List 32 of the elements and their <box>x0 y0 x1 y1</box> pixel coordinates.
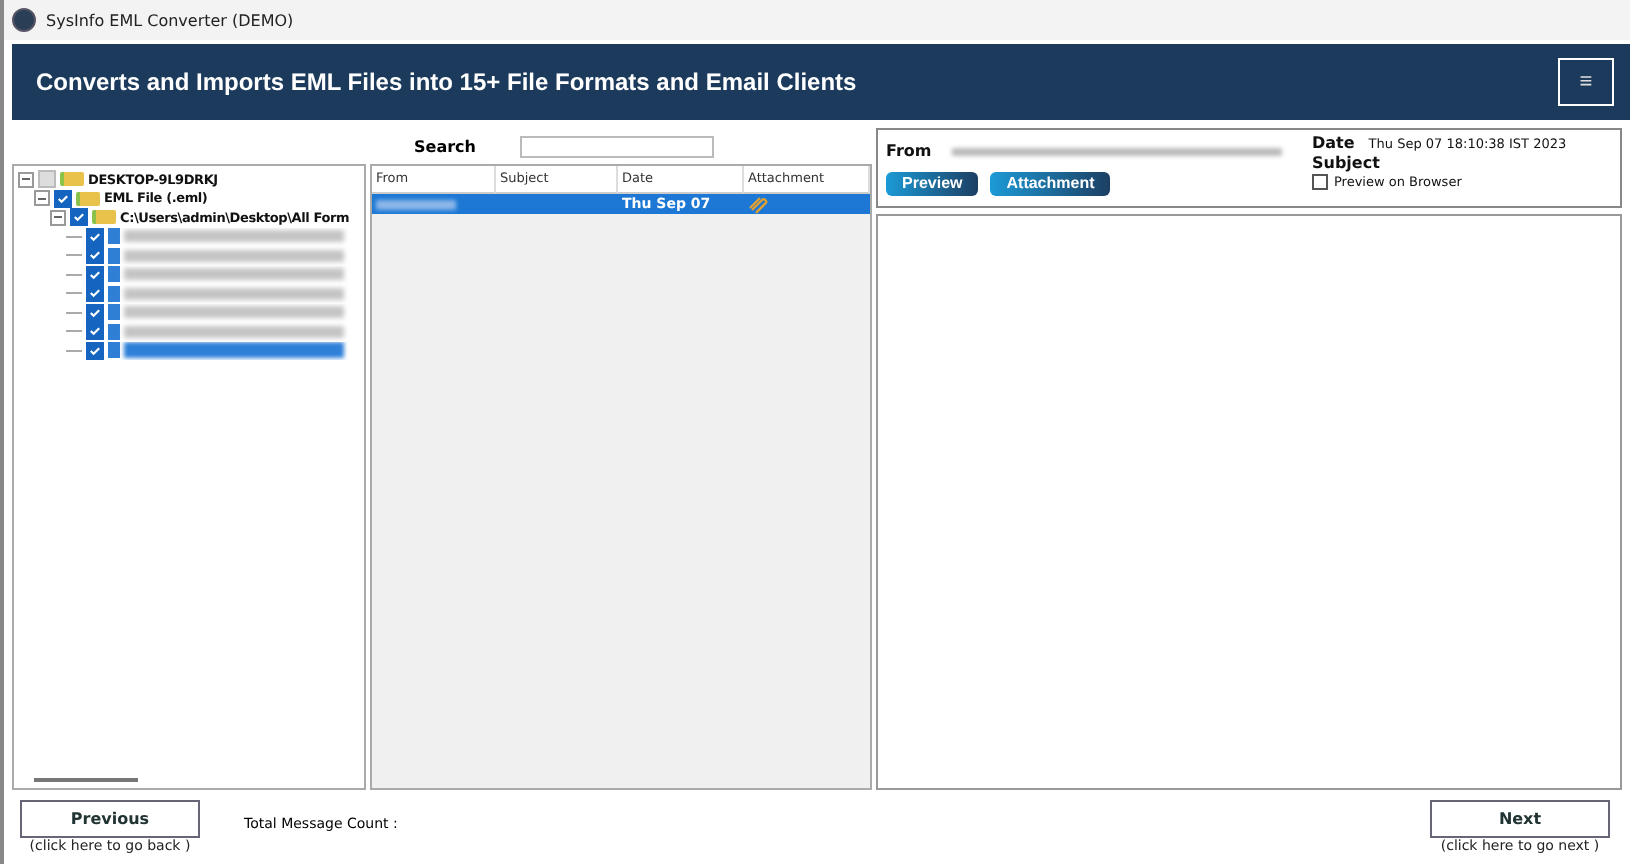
menu-button[interactable]: ≡ <box>1558 58 1614 106</box>
previous-button[interactable]: Previous <box>20 800 200 838</box>
subject-label: Subject <box>1312 154 1382 172</box>
collapse-icon[interactable] <box>18 171 34 188</box>
blurred-sender <box>376 199 456 209</box>
collapse-icon[interactable] <box>34 190 50 207</box>
checkbox[interactable] <box>38 170 56 189</box>
search-field[interactable] <box>519 135 714 157</box>
date-label: Date <box>1312 134 1355 152</box>
checkbox[interactable] <box>86 341 104 360</box>
folder-icon <box>76 191 100 206</box>
app-logo-icon <box>12 8 36 32</box>
checkbox[interactable] <box>86 227 104 246</box>
checkbox[interactable] <box>54 189 72 208</box>
checkbox[interactable] <box>86 265 104 284</box>
checkbox[interactable] <box>86 303 104 322</box>
from-label: From <box>886 142 932 160</box>
checkbox[interactable] <box>86 322 104 341</box>
toolbar-button[interactable]: Preview <box>886 172 979 196</box>
checkbox[interactable] <box>1312 174 1328 190</box>
folder-icon <box>92 210 116 225</box>
toolbar-button[interactable]: Attachment <box>990 172 1111 196</box>
checkbox[interactable] <box>86 246 104 265</box>
window-title: SysInfo EML Converter (DEMO) <box>46 11 294 29</box>
search-label: Search <box>414 137 476 155</box>
checkbox[interactable] <box>86 284 104 303</box>
collapse-icon[interactable] <box>50 209 66 226</box>
checkbox[interactable] <box>70 208 88 227</box>
folder-icon <box>60 172 84 187</box>
next-button[interactable]: Next <box>1430 800 1610 838</box>
header-title: Converts and Imports EML Files into 15+ File Formats and Email Clients <box>36 68 857 96</box>
scrollbar[interactable] <box>34 778 138 782</box>
